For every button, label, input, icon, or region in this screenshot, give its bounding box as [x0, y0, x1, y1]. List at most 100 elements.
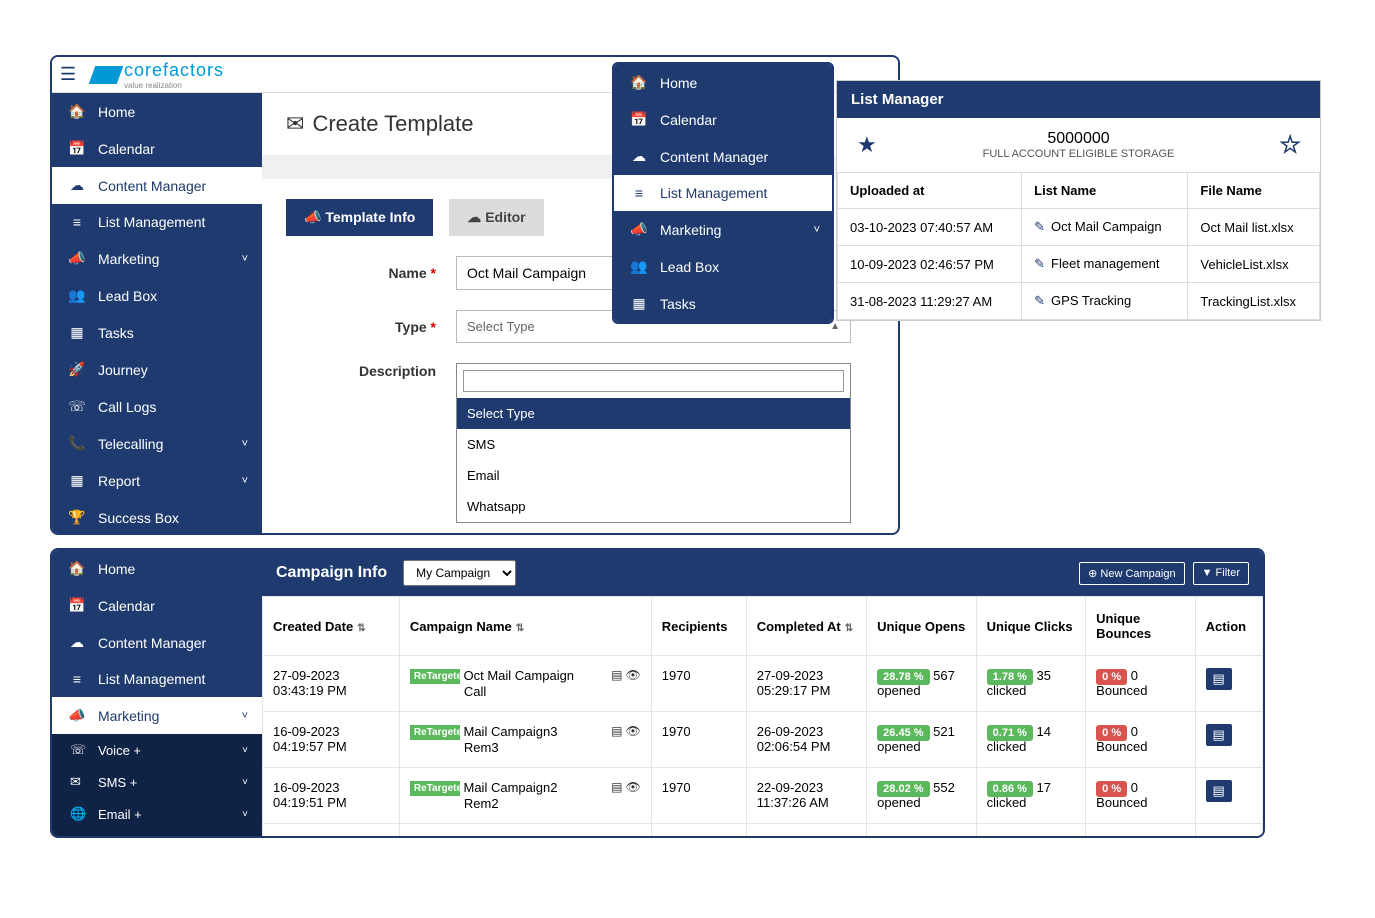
- list-icon[interactable]: ▤: [611, 780, 622, 794]
- table-row: 16-09-2023 04:19:57 PMReTargete Mail Cam…: [263, 712, 1263, 768]
- sidebar-item-home[interactable]: 🏠Home: [614, 64, 834, 101]
- new-campaign-button[interactable]: ⊕ New Campaign: [1079, 562, 1184, 585]
- chevron-down-icon: ˅: [242, 745, 248, 756]
- col-opens: Unique Opens: [867, 597, 977, 656]
- phone-sq-icon: ☏: [70, 742, 90, 758]
- sidebar-item-content-manager[interactable]: ☁Content Manager: [614, 138, 834, 175]
- chevron-down-icon: ˅: [814, 224, 820, 236]
- description-label: Description: [359, 363, 436, 379]
- action-button[interactable]: ▤: [1206, 668, 1232, 690]
- col-action: Action: [1195, 597, 1262, 656]
- sidebar: 🏠Home📅Calendar☁Content Manager≡List Mana…: [52, 93, 262, 535]
- type-option-email[interactable]: Email: [457, 460, 850, 491]
- sidebar-item-content-manager[interactable]: ☁Content Manager: [52, 167, 262, 204]
- action-button[interactable]: ▤: [1206, 724, 1232, 746]
- edit-icon[interactable]: ✎: [1034, 293, 1045, 308]
- th-icon: ▦: [66, 472, 88, 489]
- envelope-icon: ✉: [286, 111, 304, 137]
- sidebar-item-calendar[interactable]: 📅Calendar: [52, 130, 262, 167]
- table-row: 31-08-2023 11:29:27 AM✎GPS TrackingTrack…: [838, 283, 1320, 320]
- col-campaign-name[interactable]: Campaign Name: [410, 619, 512, 634]
- storage-value: 5000000: [983, 130, 1175, 148]
- campaign-table: Created Date⇅ Campaign Name⇅ Recipients …: [262, 596, 1263, 838]
- menu-icon[interactable]: ☰: [60, 64, 84, 85]
- type-option-select-type[interactable]: Select Type: [457, 398, 850, 429]
- type-dropdown: Select TypeSMSEmailWhatsapp: [456, 363, 851, 523]
- sort-icon[interactable]: ⇅: [845, 623, 853, 634]
- sort-icon[interactable]: ⇅: [357, 623, 365, 634]
- star-filled-icon[interactable]: ★: [857, 132, 877, 158]
- sidebar-item-journey[interactable]: 🚀Journey: [52, 351, 262, 388]
- sidebar-item-report[interactable]: ▦Report˅: [52, 462, 262, 499]
- filter-button[interactable]: ▼ Filter: [1193, 562, 1249, 585]
- sidebar-item-calendar[interactable]: 📅Calendar: [52, 587, 262, 624]
- sidebar-item-marketing[interactable]: 📣Marketing˅: [52, 240, 262, 277]
- sidebar-sub-email--[interactable]: 🌐Email +˅: [52, 798, 262, 830]
- envelope-icon: ✉: [70, 774, 90, 790]
- list-icon: ≡: [628, 185, 650, 201]
- type-dropdown-search[interactable]: [463, 370, 844, 392]
- col-completed[interactable]: Completed At: [757, 619, 841, 634]
- sidebar-item-marketing[interactable]: 📣Marketing˅: [614, 211, 834, 248]
- sidebar-item-tasks[interactable]: ▦Tasks: [614, 285, 834, 322]
- phone-icon: 📞: [66, 435, 88, 452]
- grid-icon: ▦: [628, 295, 650, 312]
- opens-badge: 29.19 %: [877, 837, 929, 838]
- chevron-down-icon: ˅: [242, 438, 248, 450]
- sidebar-item-telecalling[interactable]: 📞Telecalling˅: [52, 425, 262, 462]
- action-button[interactable]: ▤: [1206, 780, 1232, 802]
- storage-label: FULL ACCOUNT ELIGIBLE STORAGE: [983, 148, 1175, 160]
- home-icon: 🏠: [66, 560, 88, 577]
- mini-sidebar: 🏠Home📅Calendar☁Content Manager≡List Mana…: [614, 64, 834, 322]
- type-option-whatsapp[interactable]: Whatsapp: [457, 491, 850, 522]
- list-table: Uploaded at List Name File Name 03-10-20…: [837, 172, 1320, 320]
- table-row: 27-09-2023 03:43:19 PMReTargete Oct Mail…: [263, 656, 1263, 712]
- name-label: Name: [389, 265, 427, 281]
- sort-icon[interactable]: ⇅: [516, 623, 524, 634]
- eye-icon[interactable]: 👁: [626, 836, 641, 838]
- action-button[interactable]: ▤: [1206, 836, 1232, 838]
- sidebar-sub-sms--[interactable]: ✉SMS +˅: [52, 766, 262, 798]
- eye-icon[interactable]: 👁: [626, 780, 641, 794]
- eye-icon[interactable]: 👁: [626, 668, 641, 682]
- sidebar-item-lead-box[interactable]: 👥Lead Box: [52, 277, 262, 314]
- col-created[interactable]: Created Date: [273, 619, 353, 634]
- list-icon: ≡: [66, 214, 88, 230]
- list-icon[interactable]: ▤: [611, 836, 622, 838]
- sidebar-item-tasks[interactable]: ▦Tasks: [52, 314, 262, 351]
- campaign-info-title: Campaign Info: [276, 564, 387, 582]
- retarget-tag: ReTargete: [410, 669, 460, 684]
- list-manager-title: List Manager: [837, 81, 1320, 118]
- sidebar-item-home[interactable]: 🏠Home: [52, 550, 262, 587]
- sidebar-item-list-management[interactable]: ≡List Management: [52, 661, 262, 697]
- sidebar-sub-voice--[interactable]: ☏Voice +˅: [52, 734, 262, 766]
- sidebar-subsub-campaign-report[interactable]: ✉Campaign Report: [52, 830, 262, 838]
- sidebar-item-lead-box[interactable]: 👥Lead Box: [614, 248, 834, 285]
- table-row: 16-09-2023 04:19:40ReTargete GPS Tracker…: [263, 824, 1263, 838]
- retarget-tag: ReTargete: [410, 837, 460, 838]
- sidebar-item-marketing[interactable]: 📣Marketing˅: [52, 697, 262, 734]
- tab-template-info[interactable]: 📣 Template Info: [286, 199, 433, 236]
- sidebar-item-calendar[interactable]: 📅Calendar: [614, 101, 834, 138]
- edit-icon[interactable]: ✎: [1034, 256, 1045, 271]
- sidebar-item-list-management[interactable]: ≡List Management: [52, 204, 262, 240]
- eye-icon[interactable]: 👁: [626, 724, 641, 738]
- list-icon[interactable]: ▤: [611, 724, 622, 738]
- campaign-selector[interactable]: My Campaign: [403, 560, 516, 586]
- calendar-icon: 📅: [66, 597, 88, 614]
- table-row: 03-10-2023 07:40:57 AM✎Oct Mail Campaign…: [838, 209, 1320, 246]
- star-outline-icon[interactable]: ★: [1280, 132, 1300, 158]
- tab-editor[interactable]: ☁ Editor: [449, 199, 543, 236]
- edit-icon[interactable]: ✎: [1034, 219, 1045, 234]
- sidebar-item-content-manager[interactable]: ☁Content Manager: [52, 624, 262, 661]
- bullhorn-icon: 📣: [628, 221, 650, 238]
- list-icon[interactable]: ▤: [611, 668, 622, 682]
- type-option-sms[interactable]: SMS: [457, 429, 850, 460]
- col-filename: File Name: [1188, 173, 1320, 209]
- trophy-icon: 🏆: [66, 509, 88, 526]
- sidebar-item-list-management[interactable]: ≡List Management: [614, 175, 834, 211]
- col-uploaded: Uploaded at: [838, 173, 1022, 209]
- sidebar-item-home[interactable]: 🏠Home: [52, 93, 262, 130]
- sidebar-item-success-box[interactable]: 🏆Success Box: [52, 499, 262, 535]
- sidebar-item-call-logs[interactable]: ☏Call Logs: [52, 388, 262, 425]
